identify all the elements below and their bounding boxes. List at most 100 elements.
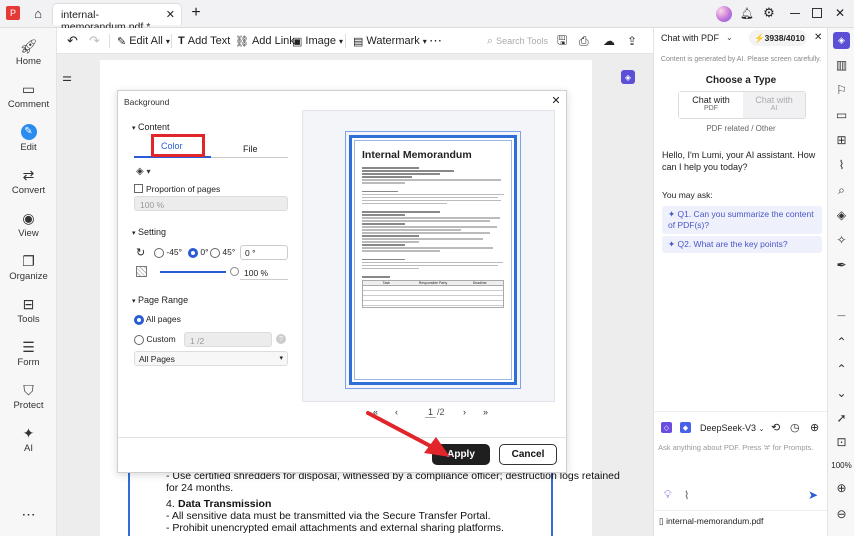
edit-all-button[interactable]: ✎ Edit All ▾	[117, 33, 170, 49]
custom-range-input[interactable]: 1 /2	[184, 332, 272, 347]
rail-item-convert[interactable]: ⇄ Convert	[0, 161, 57, 204]
more-tools-icon[interactable]: ⋯	[429, 33, 442, 49]
close-panel-icon[interactable]: ✕	[814, 32, 822, 43]
rail-label: AI	[24, 443, 33, 454]
share-icon[interactable]: ⇪	[627, 33, 637, 49]
properties-icon[interactable]: ▥	[828, 58, 854, 74]
lightbulb-icon[interactable]: 💡︎	[664, 489, 672, 502]
rail-item-form[interactable]: ☰ Form	[0, 333, 57, 376]
scroll-down-icon[interactable]: ⌄	[828, 386, 854, 402]
chat-with-pdf-option[interactable]: Chat with PDF	[679, 92, 743, 118]
undo-button[interactable]: ↶	[67, 33, 78, 49]
thumbnails-icon[interactable]: ⊞	[828, 133, 854, 149]
new-tab-button[interactable]: +	[188, 4, 204, 22]
rail-item-ai[interactable]: ✦ AI	[0, 419, 57, 462]
ai-chat-icon[interactable]: ◈	[833, 32, 850, 49]
edit-icon: ✎	[0, 122, 57, 142]
close-dialog-icon[interactable]: ✕	[550, 94, 562, 107]
close-window-icon[interactable]: ✕	[834, 6, 846, 20]
fit-page-icon[interactable]: ⊡	[828, 435, 854, 451]
home-icon[interactable]: ⌂	[30, 5, 46, 21]
zoom-in-icon[interactable]: ⊕	[828, 481, 854, 497]
cloud-upload-icon[interactable]: ☁	[603, 33, 615, 49]
proportion-checkbox[interactable]	[134, 184, 143, 193]
gear-icon[interactable]: ⚙	[762, 5, 776, 20]
rail-item-tools[interactable]: ⊟ Tools	[0, 290, 57, 333]
chevron-up-icon[interactable]: ⌃	[828, 335, 854, 351]
image-button[interactable]: ▣ Image ▾	[292, 33, 343, 49]
proportion-input[interactable]: 100 %	[134, 196, 288, 211]
color-tab-highlight-box	[151, 134, 205, 157]
all-pages-option[interactable]: All pages	[134, 314, 181, 325]
zoom-level[interactable]: 100%	[828, 461, 854, 470]
sliders-icon[interactable]: ⚌	[59, 69, 75, 85]
send-icon[interactable]: ➤	[808, 488, 818, 502]
more-options-icon[interactable]: ⋯	[0, 506, 57, 522]
page-content-bottom: - Use certified shredders for disposal, …	[128, 470, 620, 536]
scroll-up-icon[interactable]: ⌃	[828, 362, 854, 378]
history-icon[interactable]: ⟲	[771, 421, 780, 434]
signature-icon[interactable]: ✒	[828, 258, 854, 274]
suggested-question-1[interactable]: ✦ Q1. Can you summarize the content of P…	[662, 206, 822, 234]
model-selector[interactable]: DeepSeek-V3 ⌄	[700, 423, 764, 433]
right-tool-rail: ◈ ▥ ⚐ ▭ ⊞ ⌇ ⌕ ◈ ✧ ✒ — ⌃ ⌃ ⌄ ➚ ⊡ 100% ⊕ ⊖	[827, 28, 854, 536]
select-cursor-icon[interactable]: ➚	[828, 411, 854, 427]
bell-icon[interactable]: 🔔︎	[740, 6, 754, 20]
rail-item-organize[interactable]: ❐ Organize	[0, 247, 57, 290]
attachment-icon[interactable]: ⌇	[828, 158, 854, 174]
bookmark-icon[interactable]: ⚐	[828, 83, 854, 99]
last-page-icon[interactable]: »	[483, 407, 488, 417]
chat-with-ai-option[interactable]: Chat with AI	[743, 92, 805, 118]
minimize-icon[interactable]	[790, 13, 800, 14]
rotation-45-option[interactable]: 45°	[210, 247, 235, 258]
help-icon[interactable]: ?	[276, 334, 286, 344]
rail-item-view[interactable]: ◉ View	[0, 204, 57, 247]
credits-badge[interactable]: ⚡3938/4010	[749, 30, 807, 46]
cancel-button[interactable]: Cancel	[499, 444, 557, 465]
pages-select[interactable]: All Pages ▾	[134, 351, 288, 366]
compass-icon[interactable]: ✧	[828, 233, 854, 249]
add-text-button[interactable]: T Add Text	[178, 33, 230, 49]
preview-heading: Internal Memorandum	[362, 149, 472, 161]
suggested-question-2[interactable]: ✦ Q2. What are the key points?	[662, 236, 822, 253]
comment-list-icon[interactable]: ▭	[828, 108, 854, 124]
search-tools-field[interactable]: ⌕ Search Tools	[487, 33, 548, 49]
rail-item-comment[interactable]: ▭ Comment	[0, 75, 57, 118]
chat-input-divider	[654, 411, 828, 412]
custom-option[interactable]: Custom	[134, 334, 176, 345]
prompt-icon[interactable]: ◇	[661, 422, 672, 433]
layers-icon[interactable]: ◈	[828, 208, 854, 224]
rail-item-protect[interactable]: ⛉ Protect	[0, 376, 57, 419]
close-tab-icon[interactable]: ✕	[166, 8, 175, 21]
rotation-neg45-option[interactable]: -45°	[154, 247, 182, 258]
chat-input[interactable]: Ask anything about PDF. Press '#' for Pr…	[658, 443, 824, 452]
chevron-down-icon[interactable]: ⌄	[726, 33, 733, 42]
clock-icon[interactable]: ◷	[790, 421, 800, 434]
image-label: Image	[305, 35, 336, 47]
ai-assistant-icon[interactable]: ◈	[621, 70, 635, 84]
opacity-slider-track[interactable]	[160, 271, 226, 273]
search-icon[interactable]: ⌕	[828, 183, 854, 199]
next-page-icon[interactable]: ›	[463, 407, 466, 417]
attached-file[interactable]: ▯ internal-memorandum.pdf	[659, 516, 763, 527]
tab-file[interactable]: File	[243, 144, 258, 154]
rotation-input[interactable]: 0 °	[240, 245, 288, 260]
search-icon: ⌕	[487, 34, 494, 47]
ai-orb-icon[interactable]	[716, 6, 732, 22]
rotation-0-option[interactable]: 0°	[188, 247, 209, 258]
print-icon[interactable]: ⎙	[579, 33, 589, 49]
rail-item-edit[interactable]: ✎ Edit	[0, 118, 57, 161]
watermark-button[interactable]: ▤ Watermark ▾	[353, 33, 427, 49]
save-icon[interactable]: 🖫	[557, 33, 567, 49]
rail-item-home[interactable]: 🚀︎ Home	[0, 32, 57, 75]
zoom-out-icon[interactable]: ⊖	[828, 507, 854, 523]
redo-button[interactable]: ↷	[89, 33, 100, 49]
add-chat-icon[interactable]: ⊕	[810, 421, 819, 434]
fill-color-picker[interactable]: ◈ ▾	[136, 166, 151, 177]
attach-icon[interactable]: ⌇	[684, 489, 689, 502]
opacity-input[interactable]: 100 %	[240, 265, 288, 280]
document-tab[interactable]: internal-memorandum.pdf * ✕	[52, 3, 182, 33]
add-link-button[interactable]: ⛓︎ Add Link	[235, 33, 295, 49]
opacity-slider-handle[interactable]	[230, 267, 239, 276]
maximize-icon[interactable]	[812, 8, 822, 18]
